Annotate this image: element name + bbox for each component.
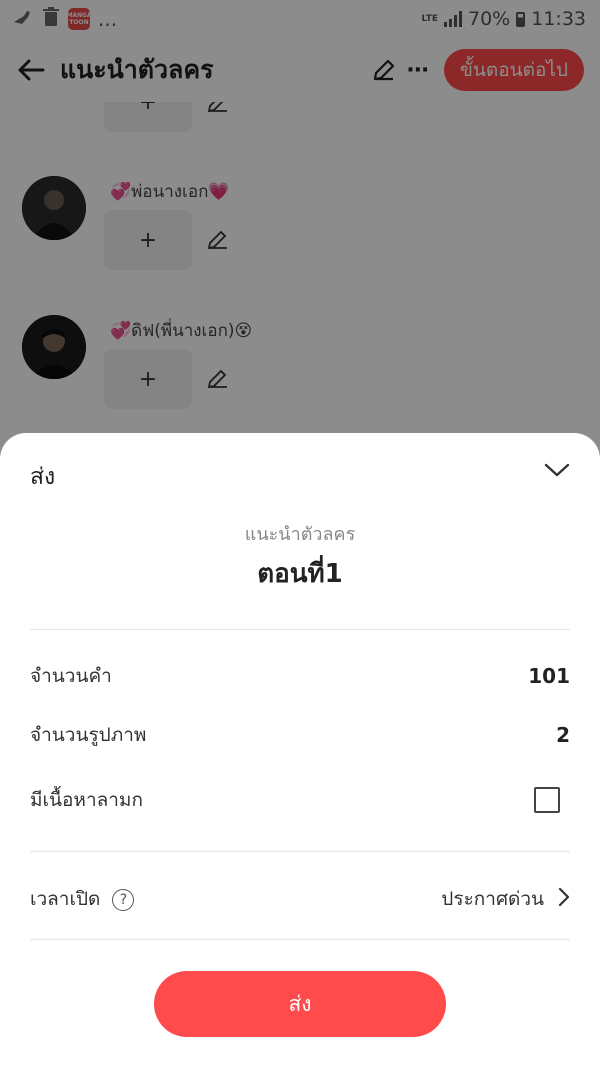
- chevron-down-icon[interactable]: [542, 455, 572, 485]
- submit-button[interactable]: ส่ง: [154, 971, 446, 1037]
- publish-time-value: ประกาศด่วน: [441, 888, 544, 910]
- image-count-row: จำนวนรูปภาพ 2: [30, 720, 570, 750]
- publish-time-label: เวลาเปิด: [30, 888, 101, 910]
- chevron-right-icon[interactable]: [558, 887, 570, 912]
- submit-bottom-sheet: ส่ง แนะนำตัวลคร ตอนที่1 จำนวนคำ 101 จำนว…: [0, 433, 600, 1067]
- publish-time-row[interactable]: เวลาเปิด ? ประกาศด่วน: [30, 884, 570, 914]
- divider: [30, 939, 570, 940]
- adult-content-label: มีเนื้อหาลามก: [30, 789, 143, 811]
- adult-content-row: มีเนื้อหาลามก: [30, 785, 570, 815]
- publish-time-label-group: เวลาเปิด ?: [30, 884, 135, 914]
- word-count-value: 101: [528, 664, 570, 688]
- word-count-label: จำนวนคำ: [30, 665, 112, 687]
- divider: [30, 851, 570, 852]
- image-count-label: จำนวนรูปภาพ: [30, 724, 147, 746]
- adult-content-checkbox[interactable]: [534, 787, 560, 813]
- word-count-row: จำนวนคำ 101: [30, 661, 570, 691]
- sheet-title: ส่ง: [30, 464, 56, 490]
- work-title: แนะนำตัวลคร: [244, 524, 356, 545]
- image-count-value: 2: [556, 723, 570, 747]
- help-icon[interactable]: ?: [112, 888, 135, 911]
- episode-title: ตอนที่1: [257, 559, 343, 589]
- divider: [30, 629, 570, 630]
